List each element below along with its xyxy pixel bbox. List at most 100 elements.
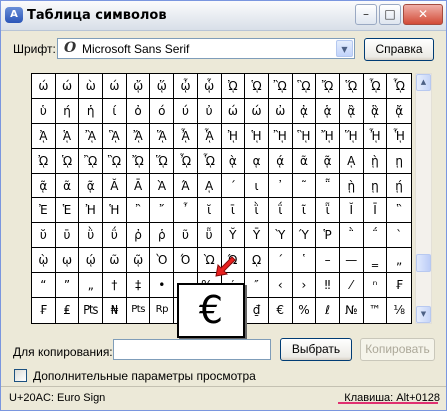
char-cell[interactable]: ‹ (268, 273, 293, 299)
char-cell[interactable]: ῂ (339, 173, 364, 199)
char-cell[interactable]: ῢ (79, 223, 104, 249)
char-cell[interactable]: ῳ (55, 248, 80, 274)
char-cell[interactable]: ᾚ (268, 123, 293, 149)
copy-button[interactable]: Копировать (360, 338, 435, 361)
char-cell[interactable]: ᾍ (150, 123, 175, 149)
char-cell[interactable]: % (293, 298, 317, 323)
char-cell[interactable]: – (316, 248, 340, 274)
char-cell[interactable]: ᾶ (55, 173, 80, 199)
char-cell[interactable]: „ (387, 248, 411, 274)
char-cell[interactable]: Ῠ (221, 223, 246, 249)
char-cell[interactable]: ὼ (79, 74, 104, 99)
char-cell[interactable]: ᾂ (339, 98, 364, 124)
char-cell[interactable]: ὑ (32, 98, 56, 124)
char-cell[interactable]: ῡ (55, 223, 80, 249)
char-cell[interactable]: › (292, 273, 317, 299)
help-button[interactable]: Справка (364, 38, 434, 61)
char-cell[interactable]: ΅ (363, 223, 388, 249)
char-cell[interactable]: ᾃ (363, 98, 388, 124)
char-cell[interactable]: ῂ (363, 148, 388, 174)
char-cell[interactable]: ή (55, 98, 80, 124)
char-cell[interactable]: ″ (245, 273, 269, 299)
char-cell[interactable]: ᾦ (174, 74, 198, 99)
char-cell[interactable]: ῝ (387, 198, 411, 224)
char-cell[interactable]: Ἐ (32, 198, 56, 224)
char-cell[interactable]: ᾎ (174, 123, 198, 149)
char-cell[interactable]: Ἑ (55, 198, 80, 224)
char-cell[interactable]: ώ (221, 98, 246, 124)
char-cell[interactable]: ώ (245, 98, 269, 124)
char-cell[interactable]: ό (150, 98, 175, 124)
char-cell[interactable]: ῼ (245, 248, 269, 274)
char-cell[interactable]: Ὸ (150, 248, 175, 274)
char-cell[interactable]: ᾮ (363, 74, 388, 99)
char-cell[interactable]: ₣ (387, 273, 411, 299)
char-cell[interactable]: ῾ (292, 248, 317, 274)
char-cell[interactable]: ύ (174, 98, 198, 124)
char-cell[interactable]: ⁄ (339, 273, 364, 299)
char-cell[interactable]: Ῥ (316, 223, 340, 249)
char-cell[interactable]: ₤ (56, 298, 80, 323)
char-cell[interactable]: ᾄ (387, 99, 411, 124)
char-cell[interactable]: ᾪ (79, 148, 104, 174)
char-cell[interactable]: ‼ (316, 273, 340, 299)
char-cell[interactable]: Ῑ (363, 198, 388, 224)
char-cell[interactable]: ώ (55, 74, 80, 99)
char-cell[interactable]: ᾷ (79, 173, 104, 199)
maximize-button[interactable]: □ (379, 4, 401, 25)
char-cell[interactable]: ᾋ (103, 123, 127, 149)
char-cell[interactable]: ᾩ (55, 148, 80, 174)
char-cell[interactable]: ῠ (32, 223, 56, 249)
select-button[interactable]: Выбрать (280, 338, 352, 361)
char-cell[interactable]: ᾬ (126, 148, 151, 174)
char-cell[interactable]: • (150, 273, 175, 299)
char-cell[interactable]: ῲ (32, 248, 56, 274)
char-cell[interactable]: ᾭ (339, 74, 364, 99)
char-cell[interactable]: ᾿ (268, 173, 293, 199)
char-cell[interactable]: ῃ (363, 173, 388, 199)
scroll-down-icon[interactable]: ▼ (416, 306, 431, 323)
char-cell[interactable]: ⅛ (387, 298, 411, 323)
char-cell[interactable]: ᾷ (32, 173, 56, 199)
char-cell[interactable]: ῶ (103, 248, 127, 274)
char-cell[interactable]: ᾏ (197, 123, 222, 149)
char-cell[interactable]: ᾭ (150, 148, 175, 174)
char-cell[interactable]: ᾌ (126, 123, 151, 149)
char-cell[interactable]: Ὺ (268, 223, 293, 249)
char-cell[interactable]: ‡ (126, 273, 151, 299)
char-cell[interactable]: ᾥ (150, 74, 175, 99)
char-cell[interactable]: ί (103, 98, 127, 124)
char-cell[interactable]: ῤ (126, 223, 151, 249)
char-cell[interactable]: ῀ (292, 173, 317, 199)
char-cell[interactable]: ᾨ (32, 148, 56, 174)
char-cell[interactable]: ᾛ (292, 123, 317, 149)
char-cell[interactable]: Ά (174, 173, 198, 199)
char-cell[interactable]: ῗ (316, 198, 340, 224)
char-cell[interactable]: ᾝ (339, 123, 364, 149)
char-cell[interactable]: ώ (103, 74, 127, 99)
char-cell[interactable]: ᾼ (197, 173, 222, 199)
char-cell[interactable]: Ό (174, 248, 198, 274)
title-bar[interactable]: A Таблица символов – □ ✕ (1, 1, 446, 31)
scroll-up-icon[interactable]: ▲ (416, 74, 431, 91)
char-cell[interactable]: ᾈ (32, 123, 56, 149)
char-cell[interactable]: ῧ (197, 223, 222, 249)
char-cell[interactable]: ῄ (387, 174, 411, 199)
char-cell[interactable]: ₦ (103, 298, 127, 323)
char-cell[interactable]: ῑ (221, 198, 246, 224)
char-cell[interactable]: ώ (32, 74, 56, 99)
char-cell[interactable]: ᾪ (268, 74, 293, 99)
char-cell[interactable]: ῁ (316, 173, 340, 199)
char-cell[interactable]: ἡ (79, 98, 104, 124)
char-cell[interactable]: Ἡ (103, 198, 127, 224)
char-cell[interactable]: ᾞ (363, 123, 388, 149)
scroll-thumb[interactable] (416, 254, 431, 272)
char-cell[interactable]: Ύ (292, 223, 317, 249)
char-cell[interactable]: ΰ (103, 223, 127, 249)
char-cell[interactable]: ᾙ (245, 123, 269, 149)
char-cell[interactable]: ᾟ (387, 124, 411, 149)
char-cell[interactable]: № (340, 298, 364, 323)
char-cell[interactable]: ῎ (150, 198, 175, 224)
char-cell[interactable]: ´ (268, 248, 293, 274)
char-cell[interactable]: ᾮ (174, 148, 198, 174)
